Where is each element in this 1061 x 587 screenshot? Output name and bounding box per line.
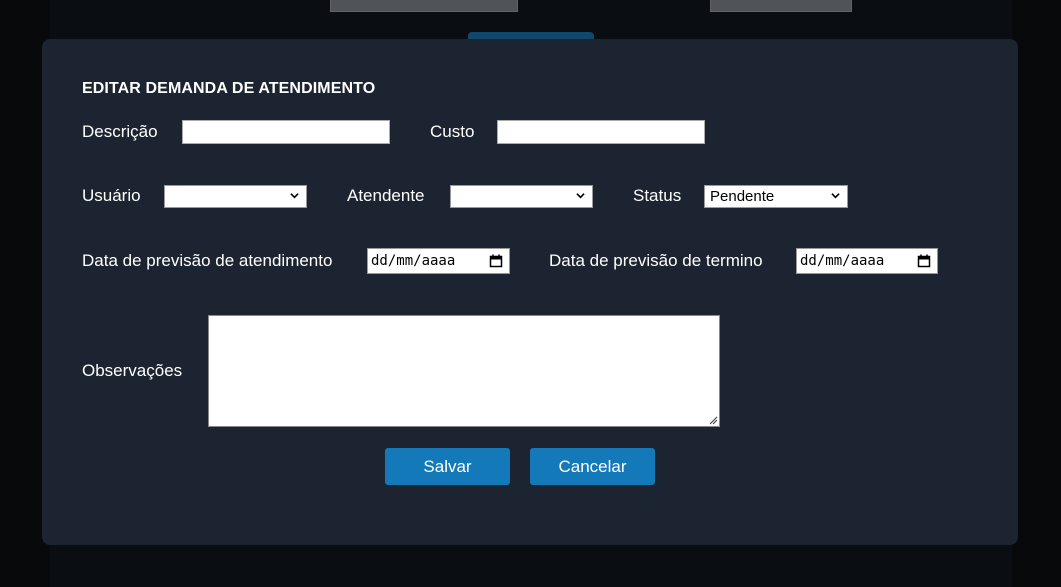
data-previsao-termino-input[interactable]: dd/mm/aaaa [796, 248, 938, 274]
status-select-value: Pendente [710, 188, 775, 205]
custo-label: Custo [430, 122, 475, 141]
resize-grip-icon[interactable] [708, 415, 718, 425]
calendar-icon[interactable] [489, 254, 503, 268]
custo-input[interactable] [497, 120, 705, 144]
usuario-label: Usuário [82, 186, 141, 205]
data-previsao-atendimento-input[interactable]: dd/mm/aaaa [367, 248, 510, 274]
atendente-select[interactable] [450, 185, 593, 208]
atendente-label: Atendente [347, 186, 425, 205]
data-previsao-atendimento-label: Data de previsão de atendimento [82, 251, 333, 270]
descricao-input[interactable] [182, 120, 390, 144]
usuario-select[interactable] [164, 185, 307, 208]
calendar-icon[interactable] [917, 254, 931, 268]
chevron-down-icon [576, 193, 585, 199]
status-label: Status [633, 186, 682, 205]
cancel-button[interactable]: Cancelar [530, 448, 655, 485]
chevron-down-icon [831, 193, 840, 199]
data-previsao-termino-label: Data de previsão de termino [549, 251, 763, 270]
modal-title: EDITAR DEMANDA DE ATENDIMENTO [82, 80, 376, 97]
edit-demand-modal: EDITAR DEMANDA DE ATENDIMENTO Descrição … [42, 39, 1018, 545]
observacoes-textarea[interactable] [208, 315, 720, 427]
descricao-label: Descrição [82, 122, 158, 141]
status-select[interactable]: Pendente [704, 185, 848, 208]
observacoes-label: Observações [82, 361, 183, 380]
date-placeholder: dd/mm/aaaa [800, 253, 885, 269]
chevron-down-icon [290, 193, 299, 199]
date-placeholder: dd/mm/aaaa [371, 253, 456, 269]
save-button[interactable]: Salvar [385, 448, 510, 485]
